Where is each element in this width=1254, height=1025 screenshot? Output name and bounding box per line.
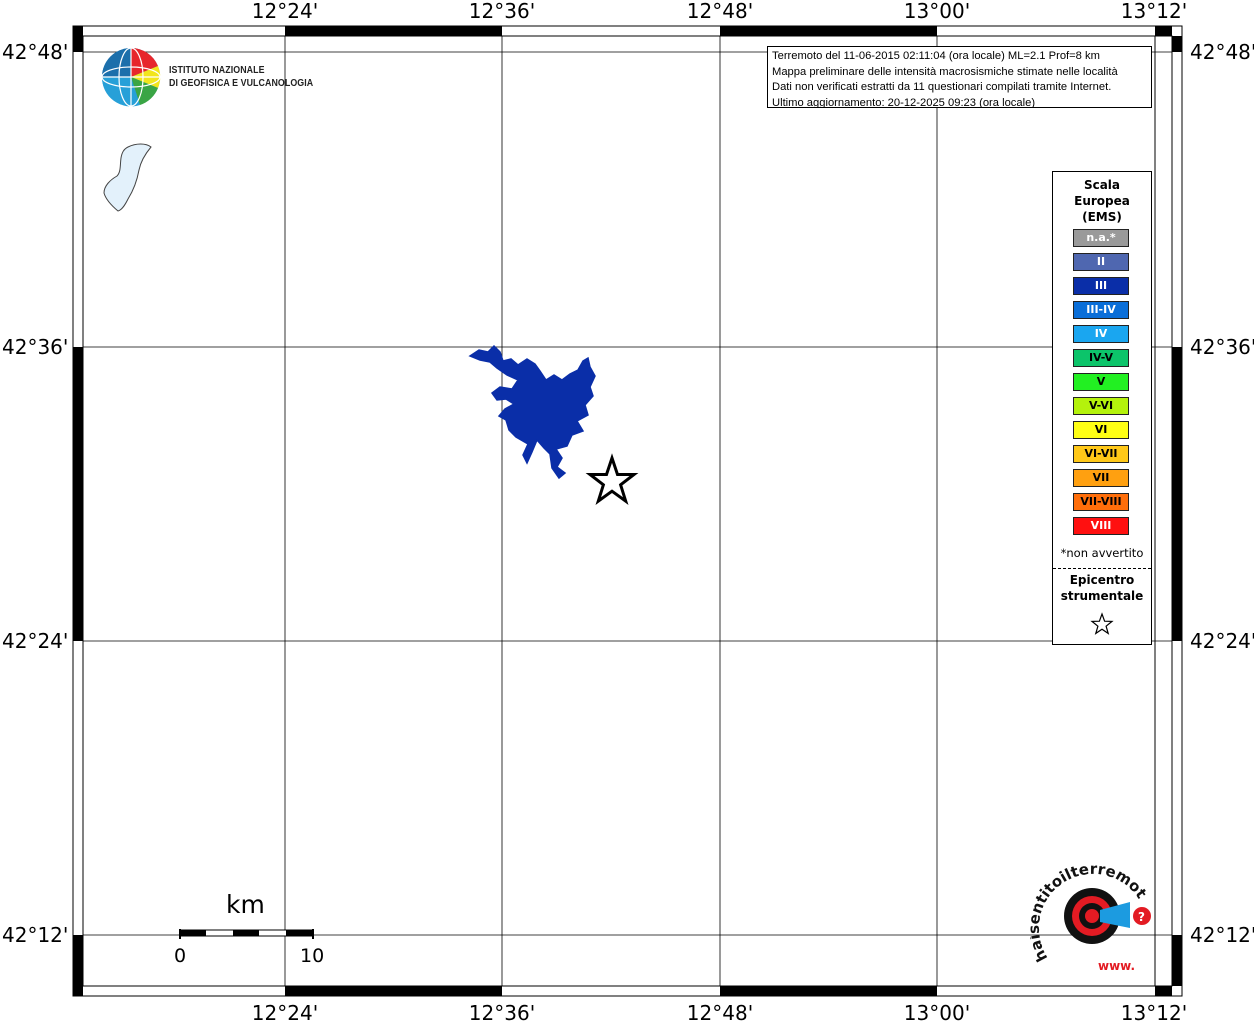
haisentito-logo-icon: ? haisentitoilterremoto.it www. (1030, 858, 1151, 973)
legend-item: II (1073, 253, 1129, 271)
legend-title-line-1: Scala (1083, 178, 1121, 192)
legend-item: IV-V (1073, 349, 1129, 367)
lon-label-bottom-1: 12°24' (251, 1001, 319, 1025)
legend-title-line-2: Europea (1074, 194, 1130, 208)
legend-item: VIII (1073, 517, 1129, 535)
lat-label-left-3: 42°24' (2, 629, 69, 653)
lon-label-top-5: 13°12' (1120, 0, 1188, 23)
legend-epicenter-label: Epicentro strumentale (1053, 572, 1151, 604)
legend-note: *non avvertito (1060, 546, 1144, 560)
large-lake (468, 344, 596, 480)
map-inner-frame (82, 35, 1173, 987)
graticule (83, 36, 1172, 986)
legend-item: III (1073, 277, 1129, 295)
lat-label-left-4: 42°12' (2, 923, 69, 947)
legend-epicenter-line-2: strumentale (1060, 589, 1144, 603)
scale-end-label: 10 (300, 945, 325, 967)
info-line-3: Dati non verificati estratti da 11 quest… (772, 81, 1112, 94)
ems-legend: Scala Europea (EMS) n.a.* II III III-IV IV IV… (1052, 171, 1152, 645)
legend-divider (1053, 568, 1151, 569)
scale-start-label: 0 (174, 945, 187, 967)
legend-item: V (1073, 373, 1129, 391)
legend-title: Scala Europea (EMS) (1053, 177, 1151, 225)
border-bottom (73, 986, 1172, 996)
legend-item: VI-VII (1073, 445, 1129, 463)
hst-www-text: www. (1098, 959, 1135, 973)
map-outer-frame (72, 25, 1183, 997)
lon-label-top-3: 12°48' (686, 0, 754, 23)
legend-item: VI (1073, 421, 1129, 439)
lat-label-right-1: 42°48' (1190, 40, 1254, 64)
border-top (73, 26, 1172, 36)
logo-line-1: ISTITUTO NAZIONALE (169, 65, 265, 76)
lat-label-left-2: 42°36' (2, 335, 69, 359)
scale-unit-label: km (226, 890, 265, 919)
lat-label-left-1: 42°48' (2, 40, 69, 64)
legend-item: n.a.* (1073, 229, 1129, 247)
lon-label-bottom-4: 13°00' (903, 1001, 971, 1025)
epicenter-star-icon (585, 453, 639, 505)
legend-item: III-IV (1073, 301, 1129, 319)
legend-star-icon (1090, 612, 1114, 635)
small-lake (103, 143, 152, 212)
scale-bar (179, 929, 314, 939)
event-info-box: Terremoto del 11-06-2015 02:11:04 (ora l… (767, 46, 1152, 108)
lat-label-right-3: 42°24' (1190, 629, 1254, 653)
border-right (1172, 36, 1182, 986)
border-left (73, 36, 83, 986)
legend-item: V-VI (1073, 397, 1129, 415)
ingv-logo-icon (101, 47, 161, 107)
lon-label-top-1: 12°24' (251, 0, 319, 23)
legend-epicenter-line-1: Epicentro (1069, 573, 1135, 587)
lat-label-right-4: 42°12' (1190, 923, 1254, 947)
legend-item: VII-VIII (1073, 493, 1129, 511)
lon-label-top-2: 12°36' (468, 0, 536, 23)
legend-items: n.a.* II III III-IV IV IV-V V V-VI VI VI-VII VII VI… (1073, 229, 1129, 541)
info-line-1: Terremoto del 11-06-2015 02:11:04 (ora l… (772, 50, 1100, 62)
legend-title-line-3: (EMS) (1082, 210, 1122, 224)
info-line-2: Mappa preliminare delle intensità macros… (772, 65, 1118, 78)
info-line-4: Ultimo aggiornamento: 20-12-2025 09:23 (… (772, 96, 1036, 108)
lon-label-bottom-2: 12°36' (468, 1001, 536, 1025)
lon-label-bottom-3: 12°48' (686, 1001, 754, 1025)
lon-label-bottom-5: 13°12' (1120, 1001, 1188, 1025)
legend-item: VII (1073, 469, 1129, 487)
hst-question-icon: ? (1138, 910, 1145, 924)
lon-label-top-4: 13°00' (903, 0, 971, 23)
logo-line-2: DI GEOFISICA E VULCANOLOGIA (169, 78, 314, 89)
legend-item: IV (1073, 325, 1129, 343)
lat-label-right-2: 42°36' (1190, 335, 1254, 359)
ingv-logo-text: ISTITUTO NAZIONALE DI GEOFISICA E VULCAN… (169, 64, 313, 90)
